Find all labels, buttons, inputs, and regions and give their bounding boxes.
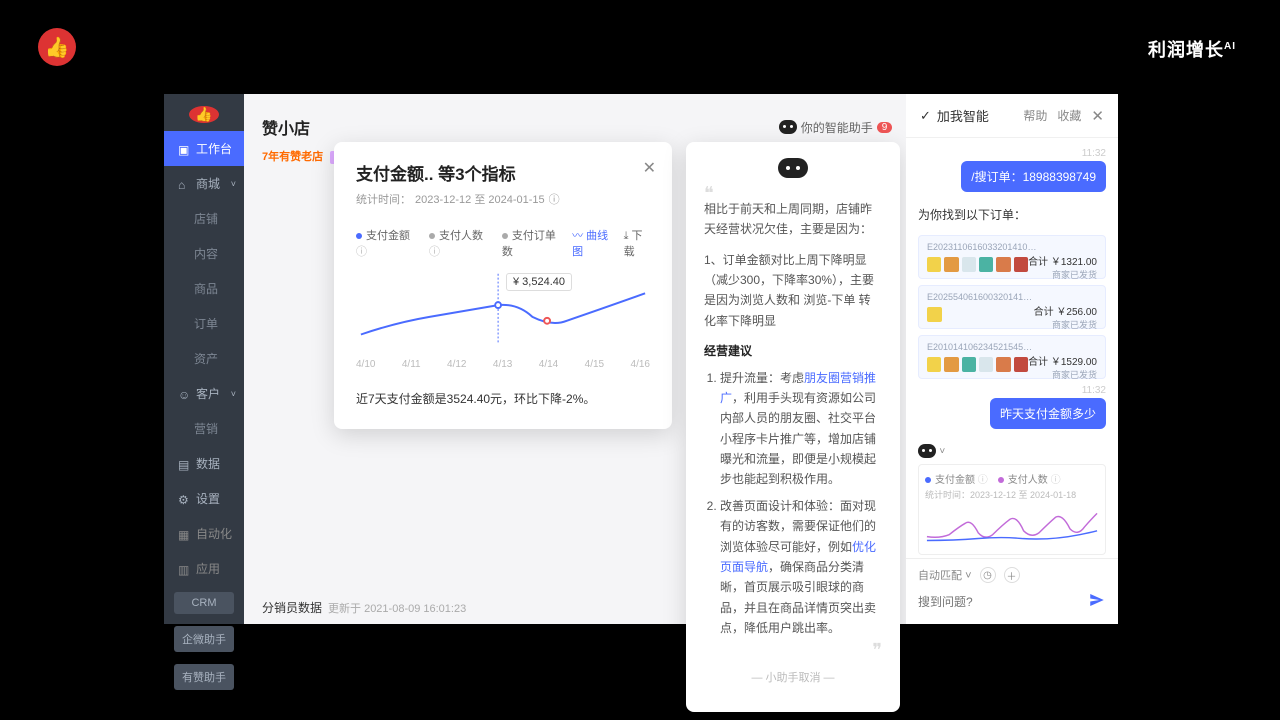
order-thumbs	[927, 357, 1028, 372]
order-id: E20255406160032014106112	[927, 292, 1037, 302]
ai-conversation: 11:32 /搜订单：18988398749 为你找到以下订单： E202311…	[906, 138, 1118, 558]
order-status: 商家已发货	[1052, 268, 1097, 281]
sidebar-item-automation[interactable]: ▦自动化	[164, 516, 244, 551]
ai-input-bar: 自动匹配 ˅ ◷ ＋	[906, 558, 1118, 624]
legend-people[interactable]: 支付人数 ⓘ	[429, 227, 490, 259]
advice-p1: 相比于前天和上周同期，店铺昨天经营状况欠佳，主要是因为：	[704, 199, 882, 240]
ai-logo-icon: ✓	[920, 108, 931, 124]
sidebar-item-workspace[interactable]: ▣工作台	[164, 131, 244, 166]
clock-icon[interactable]: ◷	[980, 567, 996, 583]
ai-input[interactable]	[918, 595, 1080, 609]
assistant-badge: 9	[877, 122, 893, 133]
line-chart: ¥ 3,524.40	[356, 265, 650, 355]
advice-footer[interactable]: — 小助手取消 —	[704, 669, 882, 688]
advice-p2: 1、订单金额对比上周下降明显（减少300，下降率30%），主要是因为浏览人数和 …	[704, 250, 882, 332]
send-icon[interactable]	[1088, 591, 1106, 612]
brand-title: 利润增长AI	[1148, 36, 1236, 62]
sidebar-item-shop[interactable]: 店铺	[164, 201, 244, 236]
gear-icon: ⚙	[178, 493, 190, 505]
mc-legend-amount[interactable]: 支付金额 ⓘ	[925, 471, 988, 486]
sidebar-item-apps[interactable]: ▥应用	[164, 551, 244, 586]
mc-legend-people[interactable]: 支付人数 ⓘ	[998, 471, 1061, 486]
modal-period: 统计时间：2023-12-12 至 2024-01-15 ⓘ	[356, 191, 650, 207]
sidebar-item-marketing[interactable]: 营销	[164, 411, 244, 446]
data-icon: ▤	[178, 458, 190, 470]
sidebar-item-mall[interactable]: ⌂商城˅	[164, 166, 244, 201]
bottom-section-title: 分销员数据更新于 2021-08-09 16:01:23	[262, 599, 466, 616]
sidebar-logo: 👍	[189, 106, 219, 123]
advice-item-2: 改善页面设计和体验：面对现有的访客数，需要保证他们的浏览体验尽可能好，例如优化页…	[720, 496, 882, 639]
download-button[interactable]: ⤓ 下载	[624, 227, 650, 259]
bot-icon	[779, 120, 797, 134]
mall-icon: ⌂	[178, 178, 190, 190]
shop-name: 赞小店	[262, 115, 310, 139]
order-amount: 合计 ￥256.00	[1034, 303, 1097, 318]
sidebar-item-asset[interactable]: 资产	[164, 341, 244, 376]
chart-peak-label: ¥ 3,524.40	[506, 273, 572, 291]
bottom-updated: 更新于 2021-08-09 16:01:23	[328, 603, 466, 615]
sidebar-item-order[interactable]: 订单	[164, 306, 244, 341]
user-message-1: /搜订单：18988398749	[961, 161, 1106, 192]
order-id: E20101410623452154523102	[927, 342, 1037, 352]
user-message-2: 昨天支付金额多少	[990, 398, 1106, 429]
msg-time: 11:32	[918, 385, 1106, 396]
chevron-down-icon[interactable]: ˅	[939, 446, 945, 457]
sidebar-btn-crm[interactable]: CRM	[174, 592, 234, 614]
sidebar-btn-wecom[interactable]: 企微助手	[174, 626, 234, 652]
advice-item-1: 提升流量：考虑朋友圈营销推广，利用手头现有资源如公司内部人员的朋友圈、社交平台小…	[720, 368, 882, 490]
order-amount: 合计 ￥1321.00	[1028, 253, 1097, 268]
ai-panel: ✓ 加我智能 帮助 收藏 ✕ 11:32 /搜订单：18988398749 为你…	[906, 94, 1118, 624]
auto-match-toggle[interactable]: 自动匹配 ˅	[918, 567, 972, 583]
legend-orders[interactable]: 支付订单数	[502, 227, 560, 259]
metrics-modal: 支付金额.. 等3个指标 ✕ 统计时间：2023-12-12 至 2024-01…	[334, 142, 672, 429]
ai-help[interactable]: 帮助	[1023, 107, 1047, 124]
ai-close-icon[interactable]: ✕	[1091, 107, 1104, 125]
order-card[interactable]: E20231106160332014106181 合计 ￥1321.00 商家已…	[918, 235, 1106, 279]
modal-summary: 近7天支付金额是3524.40元，环比下降-2%。	[356, 390, 650, 407]
mini-chart-card: 支付金额 ⓘ 支付人数 ⓘ 统计时间：2023-12-12 至 2024-01-…	[918, 464, 1106, 555]
thumbs-up-logo: 👍	[38, 28, 76, 66]
order-thumbs	[927, 307, 1034, 322]
info-icon[interactable]: ⓘ	[549, 191, 560, 207]
automation-icon: ▦	[178, 528, 190, 540]
ai-title: 加我智能	[937, 106, 989, 125]
order-thumbs	[927, 257, 1028, 272]
workspace-icon: ▣	[178, 143, 190, 155]
chevron-down-icon: ˅	[965, 570, 971, 582]
legend-amount[interactable]: 支付金额 ⓘ	[356, 227, 417, 259]
sidebar-item-data[interactable]: ▤数据	[164, 446, 244, 481]
mini-line-chart	[925, 505, 1099, 545]
advice-modal: ❝ 相比于前天和上周同期，店铺昨天经营状况欠佳，主要是因为： 1、订单金额对比上…	[686, 142, 900, 712]
order-amount: 合计 ￥1529.00	[1028, 353, 1097, 368]
ai-reply-header: 为你找到以下订单：	[918, 200, 1106, 229]
sidebar-item-customer[interactable]: ☺客户˅	[164, 376, 244, 411]
shop-age-badge: 7年有赞老店	[262, 151, 323, 163]
sidebar-item-settings[interactable]: ⚙设置	[164, 481, 244, 516]
bot-avatar-icon	[778, 158, 808, 178]
sidebar-item-product[interactable]: 商品	[164, 271, 244, 306]
sidebar-btn-youzan[interactable]: 有赞助手	[174, 664, 234, 690]
sidebar-item-content[interactable]: 内容	[164, 236, 244, 271]
close-icon[interactable]: ✕	[643, 158, 656, 178]
advice-heading: 经营建议	[704, 341, 882, 361]
chart-mode-toggle[interactable]: 〰 曲线图	[572, 227, 614, 259]
modal-title: 支付金额.. 等3个指标	[356, 160, 650, 185]
chart-x-axis: 4/104/114/124/134/144/154/16	[356, 359, 650, 370]
customer-icon: ☺	[178, 388, 190, 400]
add-icon[interactable]: ＋	[1004, 567, 1020, 583]
sidebar: 👍 ▣工作台 ⌂商城˅ 店铺 内容 商品 订单 资产 ☺客户˅ 营销 ▤数据 ⚙…	[164, 94, 244, 624]
header-smart-assistant[interactable]: 你的智能助手9	[779, 119, 893, 136]
msg-time: 11:32	[918, 148, 1106, 159]
bot-icon	[918, 444, 936, 458]
apps-icon: ▥	[178, 563, 190, 575]
info-icon[interactable]: ⓘ	[356, 246, 367, 258]
order-card[interactable]: E20101410623452154523102 合计 ￥1529.00 商家已…	[918, 335, 1106, 379]
order-status: 商家已发货	[1052, 318, 1097, 331]
order-status: 商家已发货	[1052, 368, 1097, 381]
mc-period: 统计时间：2023-12-12 至 2024-01-18	[925, 488, 1099, 501]
order-card[interactable]: E20255406160032014106112 合计 ￥256.00 商家已发…	[918, 285, 1106, 329]
ai-favorite[interactable]: 收藏	[1057, 107, 1081, 124]
order-id: E20231106160332014106181	[927, 242, 1037, 252]
